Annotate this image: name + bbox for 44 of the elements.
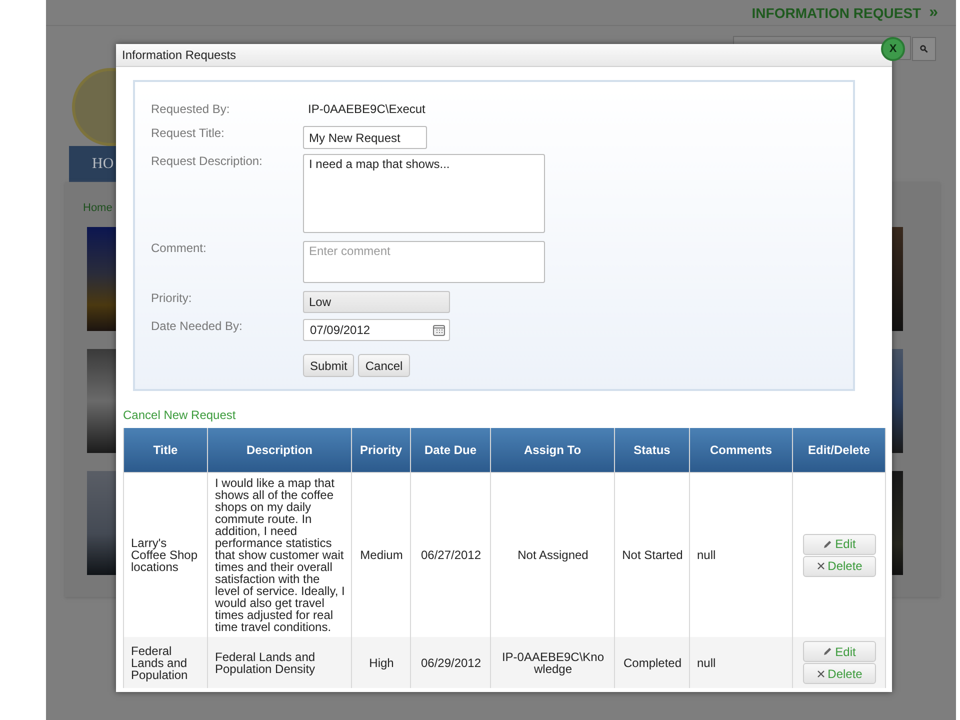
column-header: Comments bbox=[690, 428, 792, 472]
pencil-icon bbox=[823, 540, 832, 548]
column-header: Edit/Delete bbox=[792, 428, 886, 472]
chevron-text: » bbox=[929, 4, 938, 22]
comment-input-field[interactable]: Enter comment bbox=[303, 241, 545, 283]
edit-button[interactable]: Edit bbox=[803, 641, 876, 662]
table-cell: High bbox=[352, 637, 410, 688]
column-header: Assign To bbox=[490, 428, 614, 472]
column-header: Status bbox=[614, 428, 690, 472]
field-label: Request Title: bbox=[150, 126, 226, 140]
title-input-field[interactable]: My New Request bbox=[303, 126, 427, 149]
table-cell: Federal Lands and Population Density bbox=[208, 637, 352, 688]
close-icon bbox=[816, 670, 825, 678]
description-input-field[interactable]: I need a map that shows... bbox=[303, 154, 545, 233]
calendar-icon[interactable] bbox=[433, 324, 445, 336]
date-input-field[interactable]: 07/09/2012 bbox=[303, 319, 450, 341]
priority-dropdown[interactable]: Low bbox=[303, 291, 450, 313]
dialog-title: Information Requests bbox=[122, 48, 236, 62]
requested-by-value: IP-0AAEBE9C\Execut bbox=[307, 102, 426, 116]
breadcrumb-link[interactable]: Home bbox=[83, 202, 112, 214]
field-label: Comment: bbox=[150, 241, 208, 255]
form-button[interactable]: Cancel bbox=[358, 354, 410, 377]
column-header: Title bbox=[124, 428, 208, 472]
field-label: Priority: bbox=[150, 291, 193, 305]
column-header: Description bbox=[208, 428, 352, 472]
table-cell: null bbox=[690, 637, 792, 688]
delete-button[interactable]: Delete bbox=[803, 556, 876, 576]
search-icon bbox=[920, 45, 928, 53]
cancel-new-request-link[interactable]: Cancel New Request bbox=[123, 408, 236, 422]
field-label: Request Description: bbox=[150, 154, 264, 168]
table-cell: Completed bbox=[614, 637, 690, 688]
close-icon bbox=[816, 562, 825, 570]
form-button[interactable]: Submit bbox=[303, 354, 354, 377]
search-button[interactable] bbox=[912, 37, 936, 61]
delete-button[interactable]: Delete bbox=[803, 663, 876, 684]
edit-button[interactable]: Edit bbox=[803, 534, 876, 554]
field-label: Requested By: bbox=[150, 102, 231, 116]
pencil-icon bbox=[823, 647, 832, 656]
field-label: Date Needed By: bbox=[150, 319, 244, 333]
table-cell: Federal Lands and Population bbox=[124, 637, 208, 688]
table-cell: 06/29/2012 bbox=[410, 637, 490, 688]
column-header: Date Due bbox=[410, 428, 490, 472]
column-header: Priority bbox=[352, 428, 410, 472]
table-cell: IP-0AAEBE9C\Knowledge bbox=[490, 637, 614, 688]
